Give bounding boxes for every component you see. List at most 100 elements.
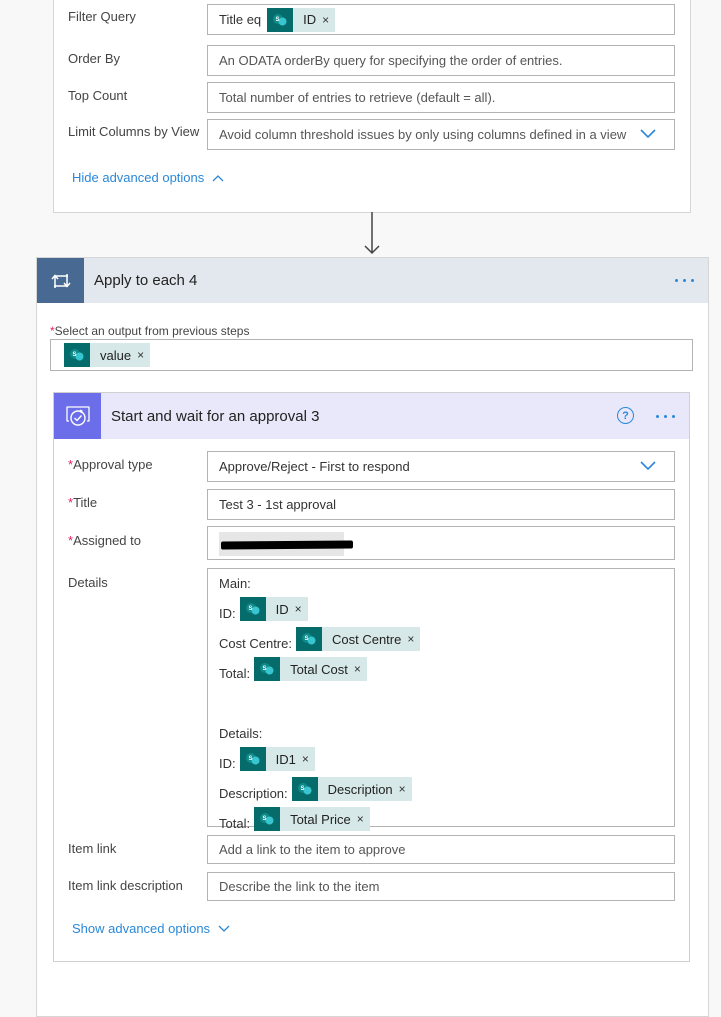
more-options-icon[interactable] [675, 279, 694, 282]
details-input[interactable]: Main: ID: S ID × Cost Centre: S Cost Centre × Tot… [207, 568, 675, 831]
title-value: Test 3 - 1st approval [219, 497, 337, 512]
remove-token-icon[interactable]: × [399, 782, 412, 796]
dynamic-token[interactable]: S Total Cost × [254, 657, 367, 681]
remove-token-icon[interactable]: × [302, 752, 315, 766]
details-line-text: Main: [219, 576, 251, 591]
order-by-label: Order By [68, 51, 121, 66]
limit-columns-label: Limit Columns by View [68, 124, 200, 139]
sharepoint-icon: S [254, 657, 281, 681]
top-count-label: Top Count [68, 88, 128, 103]
approval-type-dropdown[interactable]: Approve/Reject - First to respond [207, 451, 675, 482]
svg-text:S: S [263, 666, 267, 672]
svg-text:S: S [263, 816, 267, 822]
dynamic-token[interactable]: S Description × [291, 777, 412, 801]
sharepoint-icon: S [291, 777, 318, 801]
remove-token-icon[interactable]: × [357, 812, 370, 826]
chevron-down-icon [218, 925, 230, 932]
assigned-to-label-text: Assigned to [73, 533, 141, 548]
item-link-description-label: Item link description [68, 878, 183, 893]
hide-advanced-options-link[interactable]: Hide advanced options [72, 170, 224, 185]
details-line-text: ID: [219, 756, 236, 771]
filter-query-text: Title eq [219, 12, 262, 27]
top-count-placeholder: Total number of entries to retrieve (def… [219, 90, 496, 105]
token-label: ID [303, 12, 317, 27]
remove-token-icon[interactable]: × [295, 602, 308, 616]
select-output-input[interactable]: S value × [50, 339, 693, 371]
details-line: ID: S ID1 × [219, 745, 663, 775]
dynamic-token[interactable]: S ID × [239, 597, 308, 621]
token-label: Description [327, 781, 393, 797]
more-options-icon[interactable] [656, 415, 675, 418]
svg-text:S: S [304, 636, 308, 642]
details-label: Details [68, 575, 108, 590]
token-label: ID1 [275, 751, 296, 767]
approval-title: Start and wait for an approval 3 [111, 407, 320, 425]
assigned-to-label: *Assigned to [68, 533, 141, 548]
details-line-text: Total: [219, 666, 251, 681]
details-line [219, 685, 663, 715]
dynamic-token[interactable]: S Total Price × [254, 807, 370, 831]
limit-columns-dropdown[interactable]: Avoid column threshold issues by only us… [207, 119, 675, 150]
title-label: *Title [68, 495, 97, 510]
details-line: Description: S Description × [219, 775, 663, 805]
details-line: Cost Centre: S Cost Centre × [219, 625, 663, 655]
approval-icon [54, 393, 101, 439]
help-icon[interactable]: ? [617, 407, 634, 424]
details-line-text: ID: [219, 606, 236, 621]
token-label: Cost Centre [331, 631, 402, 647]
chevron-up-icon [212, 174, 224, 181]
item-link-label: Item link [68, 841, 117, 856]
svg-text:S: S [300, 786, 304, 792]
approval-type-label: *Approval type [68, 457, 153, 472]
dynamic-token[interactable]: S Cost Centre × [295, 627, 421, 651]
dynamic-token-value[interactable]: S value × [64, 343, 151, 367]
chevron-down-icon[interactable] [640, 129, 656, 139]
select-output-label-text: Select an output from previous steps [54, 324, 250, 338]
remove-token-icon[interactable]: × [322, 13, 335, 27]
details-line: Main: [219, 575, 663, 595]
redaction-mark [220, 540, 354, 550]
hide-advanced-options-label: Hide advanced options [72, 170, 205, 185]
apply-to-each-title: Apply to each 4 [94, 272, 198, 289]
svg-text:S: S [248, 606, 252, 612]
details-line-text: Cost Centre: [219, 636, 292, 651]
show-advanced-options-link[interactable]: Show advanced options [72, 921, 230, 936]
item-link-placeholder: Add a link to the item to approve [219, 842, 406, 857]
details-line-text: Total: [219, 816, 251, 831]
item-link-description-placeholder: Describe the link to the item [219, 879, 380, 894]
chevron-down-icon[interactable] [640, 461, 656, 471]
top-count-input[interactable]: Total number of entries to retrieve (def… [207, 82, 675, 113]
item-link-description-input[interactable]: Describe the link to the item [207, 872, 675, 901]
sharepoint-icon: S [239, 597, 266, 621]
token-label: value [100, 347, 132, 363]
details-line: ID: S ID × [219, 595, 663, 625]
sharepoint-icon: S [64, 343, 90, 367]
token-label: ID [275, 601, 289, 617]
approval-type-label-text: Approval type [73, 457, 153, 472]
get-items-card: Filter Query Title eq S ID × Order By An… [53, 0, 691, 213]
approval-header[interactable]: Start and wait for an approval 3 ? [54, 393, 689, 439]
order-by-input[interactable]: An ODATA orderBy query for specifying th… [207, 45, 675, 76]
remove-token-icon[interactable]: × [137, 348, 150, 362]
apply-to-each-header[interactable]: Apply to each 4 [37, 258, 708, 303]
order-by-placeholder: An ODATA orderBy query for specifying th… [219, 53, 563, 68]
connector-arrow-icon [364, 212, 380, 255]
details-line: Total: S Total Price × [219, 805, 663, 835]
approval-type-value: Approve/Reject - First to respond [219, 459, 410, 474]
svg-text:S: S [73, 352, 77, 358]
item-link-input[interactable]: Add a link to the item to approve [207, 835, 675, 864]
dynamic-token[interactable]: S ID1 × [239, 747, 315, 771]
select-output-label: *Select an output from previous steps [50, 324, 249, 338]
details-line: Total: S Total Cost × [219, 655, 663, 685]
token-label: Total Cost [290, 661, 348, 677]
filter-query-input[interactable]: Title eq S ID × [207, 4, 675, 35]
filter-query-label: Filter Query [68, 9, 136, 24]
loop-icon [37, 258, 84, 303]
assigned-to-input[interactable] [207, 526, 675, 560]
remove-token-icon[interactable]: × [354, 662, 367, 676]
approval-card: Start and wait for an approval 3 ? *Appr… [53, 392, 690, 962]
title-label-text: Title [73, 495, 98, 510]
title-input[interactable]: Test 3 - 1st approval [207, 489, 675, 520]
dynamic-token-id[interactable]: S ID × [267, 7, 336, 32]
remove-token-icon[interactable]: × [407, 632, 420, 646]
